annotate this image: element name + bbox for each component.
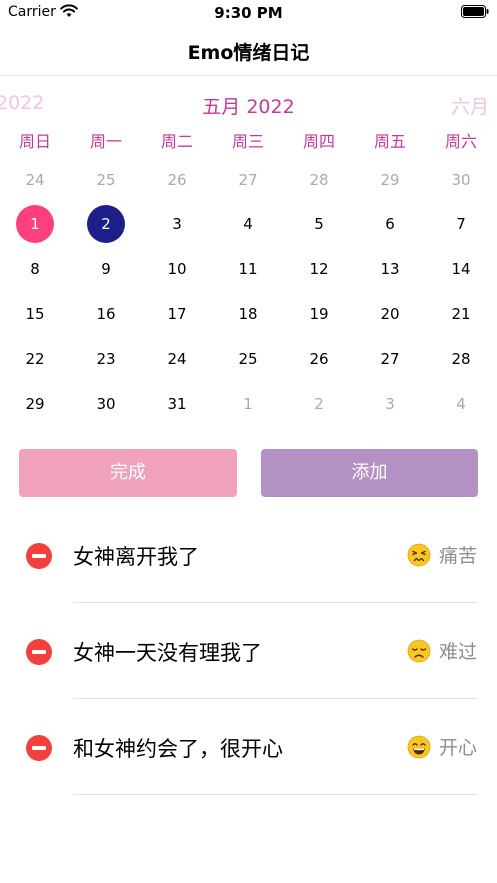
entry-mood-label: 开心 <box>438 737 477 759</box>
weekday-label: 周二 <box>160 132 193 151</box>
calendar-day[interactable]: 26 <box>300 340 338 378</box>
entry-title: 女神一天没有理我了 <box>73 641 262 665</box>
calendar-day[interactable]: 14 <box>442 250 480 288</box>
calendar-day[interactable]: 15 <box>16 295 54 333</box>
calendar-day[interactable]: 7 <box>442 205 480 243</box>
persevering-face-icon <box>407 543 431 567</box>
delete-button[interactable] <box>26 639 52 665</box>
disappointed-face-icon <box>407 639 431 663</box>
next-month-label[interactable]: 六月 <box>451 92 489 119</box>
calendar-day-outside-month[interactable]: 1 <box>229 385 267 423</box>
calendar-day[interactable]: 19 <box>300 295 338 333</box>
calendar-day[interactable]: 30 <box>87 385 125 423</box>
minus-icon <box>32 554 46 558</box>
current-month-label: 五月 2022 <box>202 96 295 118</box>
calendar-day-selected[interactable]: 2 <box>87 205 125 243</box>
calendar-day[interactable]: 4 <box>229 205 267 243</box>
calendar-day[interactable]: 31 <box>158 385 196 423</box>
weekday-header-row: 周日 周一 周二 周三 周四 周五 周六 <box>0 128 497 154</box>
calendar-day-outside-month[interactable]: 24 <box>16 161 54 199</box>
calendar-day[interactable]: 6 <box>371 205 409 243</box>
calendar-day-outside-month[interactable]: 4 <box>442 385 480 423</box>
minus-icon <box>32 746 46 750</box>
calendar-day[interactable]: 17 <box>158 295 196 333</box>
calendar-day-outside-month[interactable]: 30 <box>442 161 480 199</box>
calendar-day-outside-month[interactable]: 3 <box>371 385 409 423</box>
calendar-header: 2022 五月 2022 六月 <box>0 88 497 120</box>
status-time: 9:30 PM <box>214 4 283 22</box>
list-item[interactable]: 女神离开我了 痛苦 <box>0 507 497 603</box>
calendar-day-outside-month[interactable]: 26 <box>158 161 196 199</box>
calendar-day[interactable]: 23 <box>87 340 125 378</box>
weekday-label: 周五 <box>373 132 406 151</box>
list-item[interactable]: 女神一天没有理我了 难过 <box>0 603 497 699</box>
calendar-day[interactable]: 20 <box>371 295 409 333</box>
calendar-day-outside-month[interactable]: 25 <box>87 161 125 199</box>
calendar-day[interactable]: 21 <box>442 295 480 333</box>
calendar-day[interactable]: 24 <box>158 340 196 378</box>
calendar-day[interactable]: 9 <box>87 250 125 288</box>
entry-separator <box>73 794 477 795</box>
entry-mood-label: 难过 <box>438 641 477 663</box>
status-bar: Carrier 9:30 PM <box>0 0 497 26</box>
weekday-label: 周一 <box>89 132 122 151</box>
calendar-day[interactable]: 5 <box>300 205 338 243</box>
calendar-day[interactable]: 10 <box>158 250 196 288</box>
calendar-day[interactable]: 12 <box>300 250 338 288</box>
calendar-day-outside-month[interactable]: 2 <box>300 385 338 423</box>
calendar-day-outside-month[interactable]: 29 <box>371 161 409 199</box>
calendar-day-outside-month[interactable]: 28 <box>300 161 338 199</box>
page-title: Emo情绪日记 <box>187 42 310 64</box>
list-item[interactable]: 和女神约会了，很开心 开心 <box>0 699 497 795</box>
entry-title: 女神离开我了 <box>73 545 199 569</box>
add-button[interactable]: 添加 <box>261 449 478 497</box>
calendar-day[interactable]: 27 <box>371 340 409 378</box>
calendar-day-today[interactable]: 1 <box>16 205 54 243</box>
weekday-label: 周日 <box>18 132 51 151</box>
done-button[interactable]: 完成 <box>19 449 237 497</box>
calendar-day-outside-month[interactable]: 27 <box>229 161 267 199</box>
calendar-day[interactable]: 3 <box>158 205 196 243</box>
calendar-day[interactable]: 28 <box>442 340 480 378</box>
calendar-day[interactable]: 13 <box>371 250 409 288</box>
entry-title: 和女神约会了，很开心 <box>73 737 283 761</box>
minus-icon <box>32 650 46 654</box>
calendar-day[interactable]: 16 <box>87 295 125 333</box>
grinning-face-icon <box>407 735 431 759</box>
calendar-day[interactable]: 22 <box>16 340 54 378</box>
calendar-day[interactable]: 18 <box>229 295 267 333</box>
calendar-day[interactable]: 8 <box>16 250 54 288</box>
delete-button[interactable] <box>26 543 52 569</box>
calendar-day[interactable]: 25 <box>229 340 267 378</box>
navigation-bar: Emo情绪日记 <box>0 26 497 76</box>
weekday-label: 周三 <box>231 132 264 151</box>
delete-button[interactable] <box>26 735 52 761</box>
calendar-day[interactable]: 11 <box>229 250 267 288</box>
entry-mood-label: 痛苦 <box>438 545 477 567</box>
weekday-label: 周六 <box>444 132 477 151</box>
weekday-label: 周四 <box>302 132 335 151</box>
battery-icon <box>461 5 489 18</box>
calendar-day[interactable]: 29 <box>16 385 54 423</box>
